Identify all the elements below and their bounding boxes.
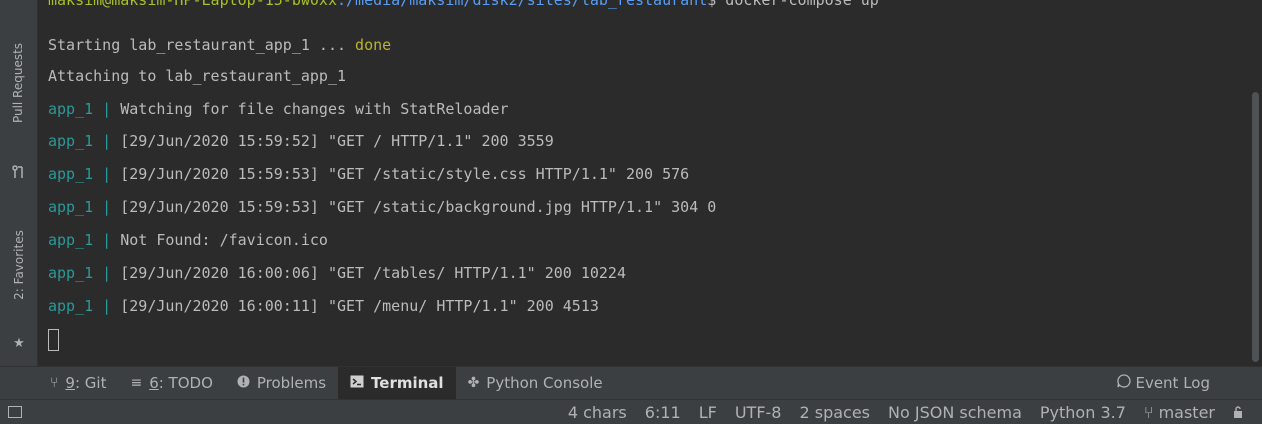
tab-python-console[interactable]: ✤ Python Console (456, 367, 615, 399)
service-separator: | (93, 231, 121, 249)
branch-icon: ⑂ (1143, 402, 1159, 422)
done-status: done (355, 36, 392, 54)
todo-shortcut-number: 6 (149, 374, 159, 392)
log-line: app_1 | [29/Jun/2020 15:59:52] "GET / HT… (48, 127, 554, 155)
event-log-button[interactable]: Event Log (1117, 367, 1210, 399)
left-tool-strip: Pull Requests 2: Favorites ★ (0, 0, 38, 366)
terminal-cursor (48, 328, 59, 351)
prompt-command: $ docker-compose up (707, 0, 879, 9)
log-line: app_1 | Watching for file changes with S… (48, 95, 509, 123)
tab-problems[interactable]: Problems (225, 367, 338, 399)
service-name: app_1 (48, 231, 94, 249)
prompt-path: :/media/maksim/disk2/sites/lab_restauran… (336, 0, 708, 9)
service-separator: | (93, 165, 121, 183)
log-text: [29/Jun/2020 15:59:52] "GET / HTTP/1.1" … (120, 132, 554, 150)
status-bar: 4 chars 6:11 LF UTF-8 2 spaces No JSON s… (0, 399, 1262, 424)
list-icon: ≡ (130, 375, 143, 391)
log-text: [29/Jun/2020 16:00:06] "GET /tables/ HTT… (120, 264, 626, 282)
tool-window-bar: ⑂ 9: Git ≡ 6: TODO Problems Terminal ✤ P… (0, 366, 1262, 399)
favorites-label: 2: Favorites (11, 230, 26, 300)
selection-chars[interactable]: 4 chars (559, 403, 636, 422)
cursor-line (48, 325, 59, 353)
log-line: app_1 | [29/Jun/2020 16:00:11] "GET /men… (48, 292, 599, 320)
git-shortcut-number: 9 (65, 374, 75, 392)
service-separator: | (93, 198, 121, 216)
lock-icon[interactable] (1224, 403, 1252, 422)
terminal-prompt-line: maksim@maksim-HP-Laptop-15-bw0xx:/media/… (48, 0, 879, 14)
branch-name: master (1158, 402, 1215, 422)
log-text: Not Found: /favicon.ico (120, 231, 328, 249)
git-branch-icon: ⑂ (50, 375, 59, 391)
status-items: 4 chars 6:11 LF UTF-8 2 spaces No JSON s… (559, 400, 1252, 424)
service-name: app_1 (48, 100, 94, 118)
terminal-line: Starting lab_restaurant_app_1 ... done (48, 31, 391, 59)
caret-position[interactable]: 6:11 (636, 403, 690, 422)
terminal-label: Terminal (371, 374, 444, 392)
favorites-tab[interactable]: 2: Favorites (0, 200, 37, 330)
service-name: app_1 (48, 264, 94, 282)
todo-label: : TODO (158, 374, 213, 392)
event-log-icon (1117, 374, 1132, 392)
service-separator: | (93, 297, 121, 315)
terminal-scrollbar[interactable] (1248, 0, 1262, 366)
log-text: [29/Jun/2020 15:59:53] "GET /static/styl… (120, 165, 690, 183)
tab-git[interactable]: ⑂ 9: Git (38, 367, 118, 399)
python-interpreter[interactable]: Python 3.7 (1031, 403, 1135, 422)
pull-requests-label: Pull Requests (11, 42, 26, 124)
log-text: [29/Jun/2020 15:59:53] "GET /static/back… (120, 198, 717, 216)
log-text: [29/Jun/2020 16:00:11] "GET /menu/ HTTP/… (120, 297, 599, 315)
prompt-user: maksim@maksim-HP-Laptop-15-bw0xx (48, 0, 337, 9)
terminal-line: Attaching to lab_restaurant_app_1 (48, 62, 346, 90)
file-encoding[interactable]: UTF-8 (726, 403, 791, 422)
line-separator[interactable]: LF (690, 403, 726, 422)
event-log-label: Event Log (1135, 374, 1210, 392)
starting-text: Starting lab_restaurant_app_1 ... (48, 36, 356, 54)
service-name: app_1 (48, 165, 94, 183)
log-text: Watching for file changes with StatReloa… (120, 100, 509, 118)
git-branch[interactable]: ⑂ master (1135, 403, 1224, 422)
service-separator: | (93, 264, 121, 282)
log-line: app_1 | [29/Jun/2020 15:59:53] "GET /sta… (48, 193, 716, 221)
tab-terminal[interactable]: Terminal (338, 367, 456, 399)
attaching-text: Attaching to lab_restaurant_app_1 (48, 67, 347, 85)
log-line: app_1 | [29/Jun/2020 15:59:53] "GET /sta… (48, 160, 689, 188)
terminal-icon (350, 375, 364, 392)
service-separator: | (93, 132, 121, 150)
json-schema[interactable]: No JSON schema (879, 403, 1031, 422)
git-label: : Git (74, 374, 107, 392)
python-icon: ✤ (467, 375, 480, 391)
indent-setting[interactable]: 2 spaces (790, 403, 879, 422)
log-line: app_1 | Not Found: /favicon.ico (48, 226, 328, 254)
service-name: app_1 (48, 297, 94, 315)
problems-label: Problems (256, 374, 327, 392)
pull-request-icon (12, 165, 26, 179)
terminal-output[interactable]: maksim@maksim-HP-Laptop-15-bw0xx:/media/… (38, 0, 1262, 366)
service-separator: | (93, 100, 121, 118)
service-name: app_1 (48, 132, 94, 150)
problems-icon (237, 375, 250, 392)
python-console-label: Python Console (486, 374, 603, 392)
star-icon: ★ (13, 336, 25, 351)
tool-windows-toggle-icon[interactable] (8, 406, 22, 418)
service-name: app_1 (48, 198, 94, 216)
tab-todo[interactable]: ≡ 6: TODO (118, 367, 224, 399)
pull-requests-tab[interactable]: Pull Requests (0, 18, 37, 148)
log-line: app_1 | [29/Jun/2020 16:00:06] "GET /tab… (48, 259, 626, 287)
scrollbar-thumb[interactable] (1252, 92, 1259, 362)
